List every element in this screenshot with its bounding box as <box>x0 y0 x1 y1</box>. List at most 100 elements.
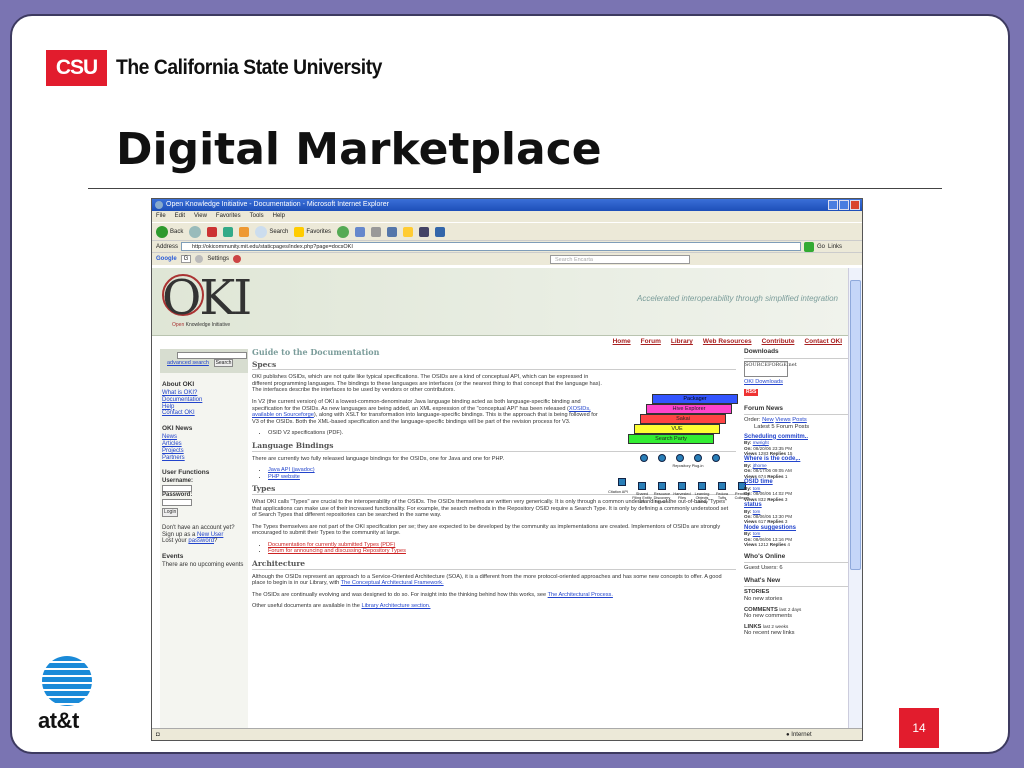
window-controls <box>828 200 860 210</box>
popup-blocker-icon[interactable] <box>233 255 242 263</box>
account-line1: Don't have an account yet? <box>162 524 235 531</box>
search-submit-button[interactable]: Search <box>213 359 234 367</box>
order-views-link[interactable]: Views <box>775 417 790 423</box>
login-button[interactable]: Login <box>162 507 179 517</box>
oki-tagline: Accelerated interoperability through sim… <box>637 294 838 303</box>
plugin-node <box>676 454 684 462</box>
nav-library[interactable]: Library <box>671 336 693 347</box>
conceptual-framework-link[interactable]: The Conceptual Architectural Framework. <box>341 580 444 586</box>
forum-post-title[interactable]: status <box>744 502 848 509</box>
nav-home[interactable]: Home <box>613 336 631 347</box>
news-link-news[interactable]: News <box>162 434 248 441</box>
oki-downloads-link[interactable]: OKI Downloads <box>744 379 848 386</box>
refresh-icon[interactable] <box>223 226 234 237</box>
order-new-link[interactable]: New <box>762 417 774 423</box>
password-input[interactable] <box>162 498 192 506</box>
menu-favorites[interactable]: Favorites <box>216 211 241 222</box>
go-arrow-icon[interactable] <box>804 241 815 252</box>
lost-password-link[interactable]: password <box>188 538 214 544</box>
maximize-icon[interactable] <box>839 200 849 210</box>
menu-help[interactable]: Help <box>273 211 285 222</box>
forum-post-author[interactable]: tom <box>753 531 761 536</box>
menu-tools[interactable]: Tools <box>250 211 264 222</box>
stop-icon[interactable] <box>207 226 218 237</box>
java-api-link[interactable]: Java API (javadoc) <box>268 467 315 473</box>
links-button[interactable]: Links <box>828 244 842 250</box>
encarta-search-input[interactable]: Search Encarta <box>550 255 690 264</box>
guide-title: Guide to the Documentation <box>252 347 380 357</box>
menu-edit[interactable]: Edit <box>175 211 185 222</box>
close-icon[interactable] <box>850 200 860 210</box>
history-icon[interactable] <box>337 225 350 238</box>
forum-post-author[interactable]: tom <box>753 509 761 514</box>
news-link-partners[interactable]: Partners <box>162 455 248 462</box>
news-link-articles[interactable]: Articles <box>162 441 248 448</box>
architecture-paragraph-2: The OSIDs are continually evolving and w… <box>252 591 613 598</box>
forum-post-title[interactable]: Scheduling commitm.. <box>744 434 848 441</box>
advanced-search-link[interactable]: advanced search <box>167 360 209 366</box>
address-input[interactable]: http://okicommunity.mit.edu/staticpages/… <box>181 242 802 251</box>
go-button[interactable]: Go <box>817 244 825 250</box>
search-button[interactable]: Search <box>255 225 288 238</box>
forum-post-title[interactable]: OSID time <box>744 479 848 486</box>
forum-post-author[interactable]: tom <box>753 486 761 491</box>
att-logo-text: at&t <box>38 708 79 733</box>
types-doc-link[interactable]: Documentation for currently submitted Ty… <box>268 542 395 548</box>
layer-sakai: Sakai <box>640 414 726 424</box>
forward-arrow-icon[interactable] <box>189 225 202 238</box>
security-zone: ● Internet <box>786 732 812 738</box>
about-link-contact[interactable]: Contact OKI <box>162 410 248 417</box>
page-number: 14 <box>899 708 939 748</box>
forum-post-author[interactable]: jthorne <box>753 463 767 468</box>
nav-web-resources[interactable]: Web Resources <box>703 336 752 347</box>
events-heading: Events <box>162 553 184 561</box>
order-posts-link[interactable]: Posts <box>792 417 807 423</box>
site-search-input[interactable] <box>177 352 247 359</box>
repo-box <box>658 482 666 490</box>
print-icon[interactable] <box>371 226 382 237</box>
google-search-box[interactable]: G <box>180 255 192 263</box>
stories-label: STORIES <box>744 589 770 596</box>
oki-logo-caption: Open Knowledge Initiative <box>172 322 231 328</box>
menu-view[interactable]: View <box>194 211 207 222</box>
back-button[interactable]: Back <box>156 225 183 238</box>
architectural-process-link[interactable]: The Architectural Process. <box>548 592 613 598</box>
about-link-docs[interactable]: Documentation <box>162 397 248 404</box>
nav-forum[interactable]: Forum <box>641 336 661 347</box>
menu-file[interactable]: File <box>156 211 166 222</box>
rss-badge[interactable]: RSS <box>744 389 759 396</box>
diagram-label: Citation API <box>608 490 628 494</box>
folder-icon[interactable] <box>403 226 414 237</box>
about-link-help[interactable]: Help <box>162 404 248 411</box>
php-website-link[interactable]: PHP website <box>268 474 300 480</box>
mail-icon[interactable] <box>355 226 366 237</box>
favorites-button[interactable]: Favorites <box>294 226 331 237</box>
about-link-what[interactable]: What is OKI? <box>162 390 248 397</box>
types-forum-link[interactable]: Forum for announcing and discussing Repo… <box>268 548 406 554</box>
edit-icon[interactable] <box>387 226 398 237</box>
repo-box <box>698 482 706 490</box>
repo-box <box>718 482 726 490</box>
diagram-label: Fedora Tufts <box>715 492 729 500</box>
forum-post-author[interactable]: mwright <box>753 440 769 445</box>
settings-button[interactable]: Settings <box>207 256 229 262</box>
nav-contact[interactable]: Contact OKI <box>804 336 842 347</box>
nav-contribute[interactable]: Contribute <box>762 336 795 347</box>
username-input[interactable] <box>162 485 192 493</box>
research-icon[interactable] <box>435 226 446 237</box>
home-icon[interactable] <box>239 226 250 237</box>
library-architecture-link[interactable]: Library Architecture section. <box>361 603 430 609</box>
forum-post: Node suggestions By: tom On: 08/06/06 13… <box>744 525 848 548</box>
vertical-scrollbar[interactable] <box>848 268 862 730</box>
news-link-projects[interactable]: Projects <box>162 448 248 455</box>
minimize-icon[interactable] <box>828 200 838 210</box>
forum-post-title[interactable]: Where is the code,.. <box>744 456 848 463</box>
scrollbar-thumb[interactable] <box>850 280 861 570</box>
messenger-icon[interactable] <box>419 226 430 237</box>
new-user-link[interactable]: New User <box>197 532 223 538</box>
forum-post-title[interactable]: Node suggestions <box>744 525 848 532</box>
sourceforge-logo[interactable]: SOURCEFORGE.net <box>744 360 797 377</box>
top-nav: Home Forum Library Web Resources Contrib… <box>152 336 850 347</box>
downloads-heading: Downloads <box>744 348 848 359</box>
google-logo: Google <box>156 256 177 262</box>
